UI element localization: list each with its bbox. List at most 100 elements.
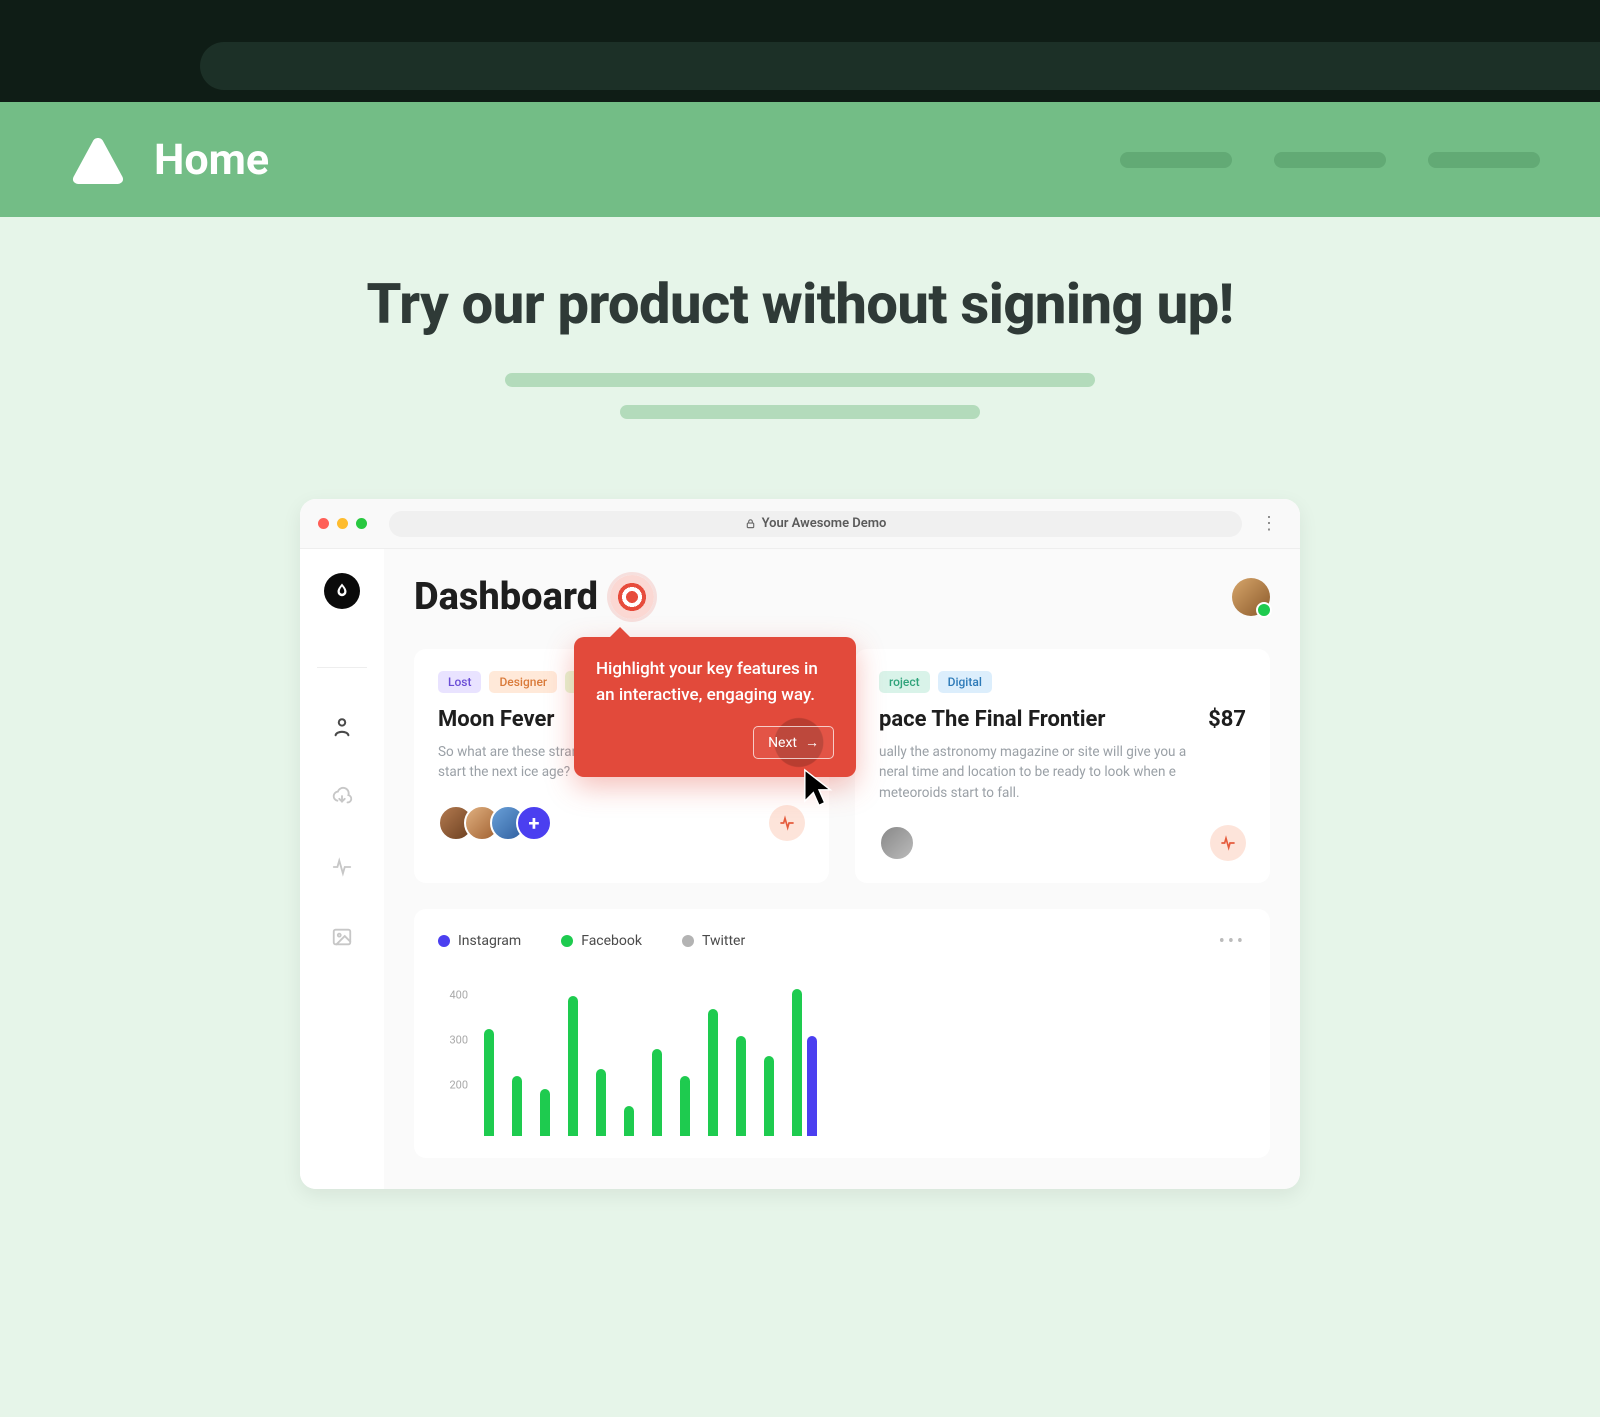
sidebar-download-icon[interactable] [331,786,353,808]
chart-bar[interactable] [484,1029,494,1136]
card-description: ually the astronomy magazine or site wil… [879,742,1209,803]
legend-label: Instagram [458,933,521,949]
bar-group [624,1106,634,1136]
chart-bar[interactable] [596,1069,606,1136]
chart-bar[interactable] [652,1049,662,1136]
hero-section: Try our product without signing up! [0,217,1600,449]
legend-item-twitter[interactable]: Twitter [682,933,745,949]
chart-legend: Instagram Facebook Twitter [438,933,745,949]
chart-bar[interactable] [512,1076,522,1136]
demo-kebab-menu[interactable]: ⋮ [1256,513,1282,534]
card-activity-button[interactable] [1210,825,1246,861]
chart-options-button[interactable]: ••• [1219,931,1246,952]
card-title: Moon Fever [438,707,554,732]
window-close-icon[interactable] [318,518,329,529]
legend-label: Facebook [581,933,642,949]
y-tick: 200 [449,1078,468,1091]
nav-link-3[interactable] [1428,152,1540,168]
bar-group [792,989,817,1136]
chart-bar[interactable] [792,989,802,1136]
tag[interactable]: roject [879,671,930,693]
site-header: Home [0,102,1600,217]
arrow-right-icon: → [805,734,819,751]
bar-group [652,1049,662,1136]
legend-dot-icon [682,935,694,947]
legend-label: Twitter [702,933,745,949]
tag-row: roject Digital [879,671,1246,693]
demo-sidebar [300,549,384,1189]
demo-main: Dashboard Highlight your key features in… [384,549,1300,1189]
legend-item-facebook[interactable]: Facebook [561,933,642,949]
lock-icon [745,518,756,529]
tag[interactable]: Lost [438,671,481,693]
chart-bar[interactable] [708,1009,718,1136]
bar-group [764,1056,774,1136]
browser-chrome [0,0,1600,102]
demo-url-label: Your Awesome Demo [762,516,887,531]
avatar[interactable] [879,825,915,861]
hero-subtitle-line-1 [505,373,1095,387]
chart-area: 400 300 200 [438,976,1246,1136]
card-title: pace The Final Frontier [879,707,1105,732]
bar-group [708,1009,718,1136]
nav-link-2[interactable] [1274,152,1386,168]
avatar-stack [879,825,915,861]
chart-bar[interactable] [736,1036,746,1136]
chart-y-axis: 400 300 200 [438,976,474,1136]
demo-window: Your Awesome Demo ⋮ D [300,499,1300,1189]
y-tick: 300 [449,1033,468,1046]
chart-bar[interactable] [764,1056,774,1136]
card-activity-button[interactable] [769,805,805,841]
chart-header: Instagram Facebook Twitter ••• [438,931,1246,952]
window-maximize-icon[interactable] [356,518,367,529]
demo-url-bar[interactable]: Your Awesome Demo [389,511,1242,537]
nav-title[interactable]: Home [154,135,269,185]
hero-title: Try our product without signing up! [0,271,1600,337]
logo-icon[interactable] [70,136,126,184]
sidebar-logo-icon[interactable] [324,573,360,609]
card-price: $87 [1208,707,1246,732]
nav-link-1[interactable] [1120,152,1232,168]
legend-dot-icon [438,935,450,947]
chart-bar[interactable] [540,1089,550,1136]
page-title: Dashboard [414,575,598,619]
bar-group [484,1029,494,1136]
chart-bar[interactable] [807,1036,817,1136]
main-header: Dashboard [414,575,1270,619]
tag[interactable]: Digital [938,671,992,693]
bar-group [540,1089,550,1136]
bar-group [736,1036,746,1136]
card-footer [879,825,1246,861]
demo-titlebar: Your Awesome Demo ⋮ [300,499,1300,549]
bar-group [680,1076,690,1136]
legend-dot-icon [561,935,573,947]
tour-tooltip-text: Highlight your key features in an intera… [596,657,834,708]
hero-subtitle-line-2 [620,405,980,419]
bar-group [512,1076,522,1136]
bar-group [596,1069,606,1136]
window-minimize-icon[interactable] [337,518,348,529]
sidebar-person-icon[interactable] [331,716,353,738]
sidebar-activity-icon[interactable] [331,856,353,878]
add-member-button[interactable]: + [516,805,552,841]
tour-next-label: Next [768,735,797,751]
chart-bar[interactable] [624,1106,634,1136]
chart-card: Instagram Facebook Twitter ••• [414,909,1270,1158]
user-avatar[interactable] [1232,578,1270,616]
browser-url-bar[interactable] [200,42,1600,90]
tour-target-icon[interactable] [610,575,654,619]
project-card[interactable]: roject Digital pace The Final Frontier $… [855,649,1270,883]
legend-item-instagram[interactable]: Instagram [438,933,521,949]
chart-bar[interactable] [680,1076,690,1136]
chart-bars [474,976,1246,1136]
chart-bar[interactable] [568,996,578,1136]
tour-tooltip: Highlight your key features in an intera… [574,637,856,777]
tour-next-button[interactable]: Next → [753,726,834,759]
card-footer: + [438,805,805,841]
bar-group [568,996,578,1136]
y-tick: 400 [449,988,468,1001]
avatar-stack: + [438,805,552,841]
demo-body: Dashboard Highlight your key features in… [300,549,1300,1189]
tag[interactable]: Designer [489,671,557,693]
sidebar-image-icon[interactable] [331,926,353,948]
